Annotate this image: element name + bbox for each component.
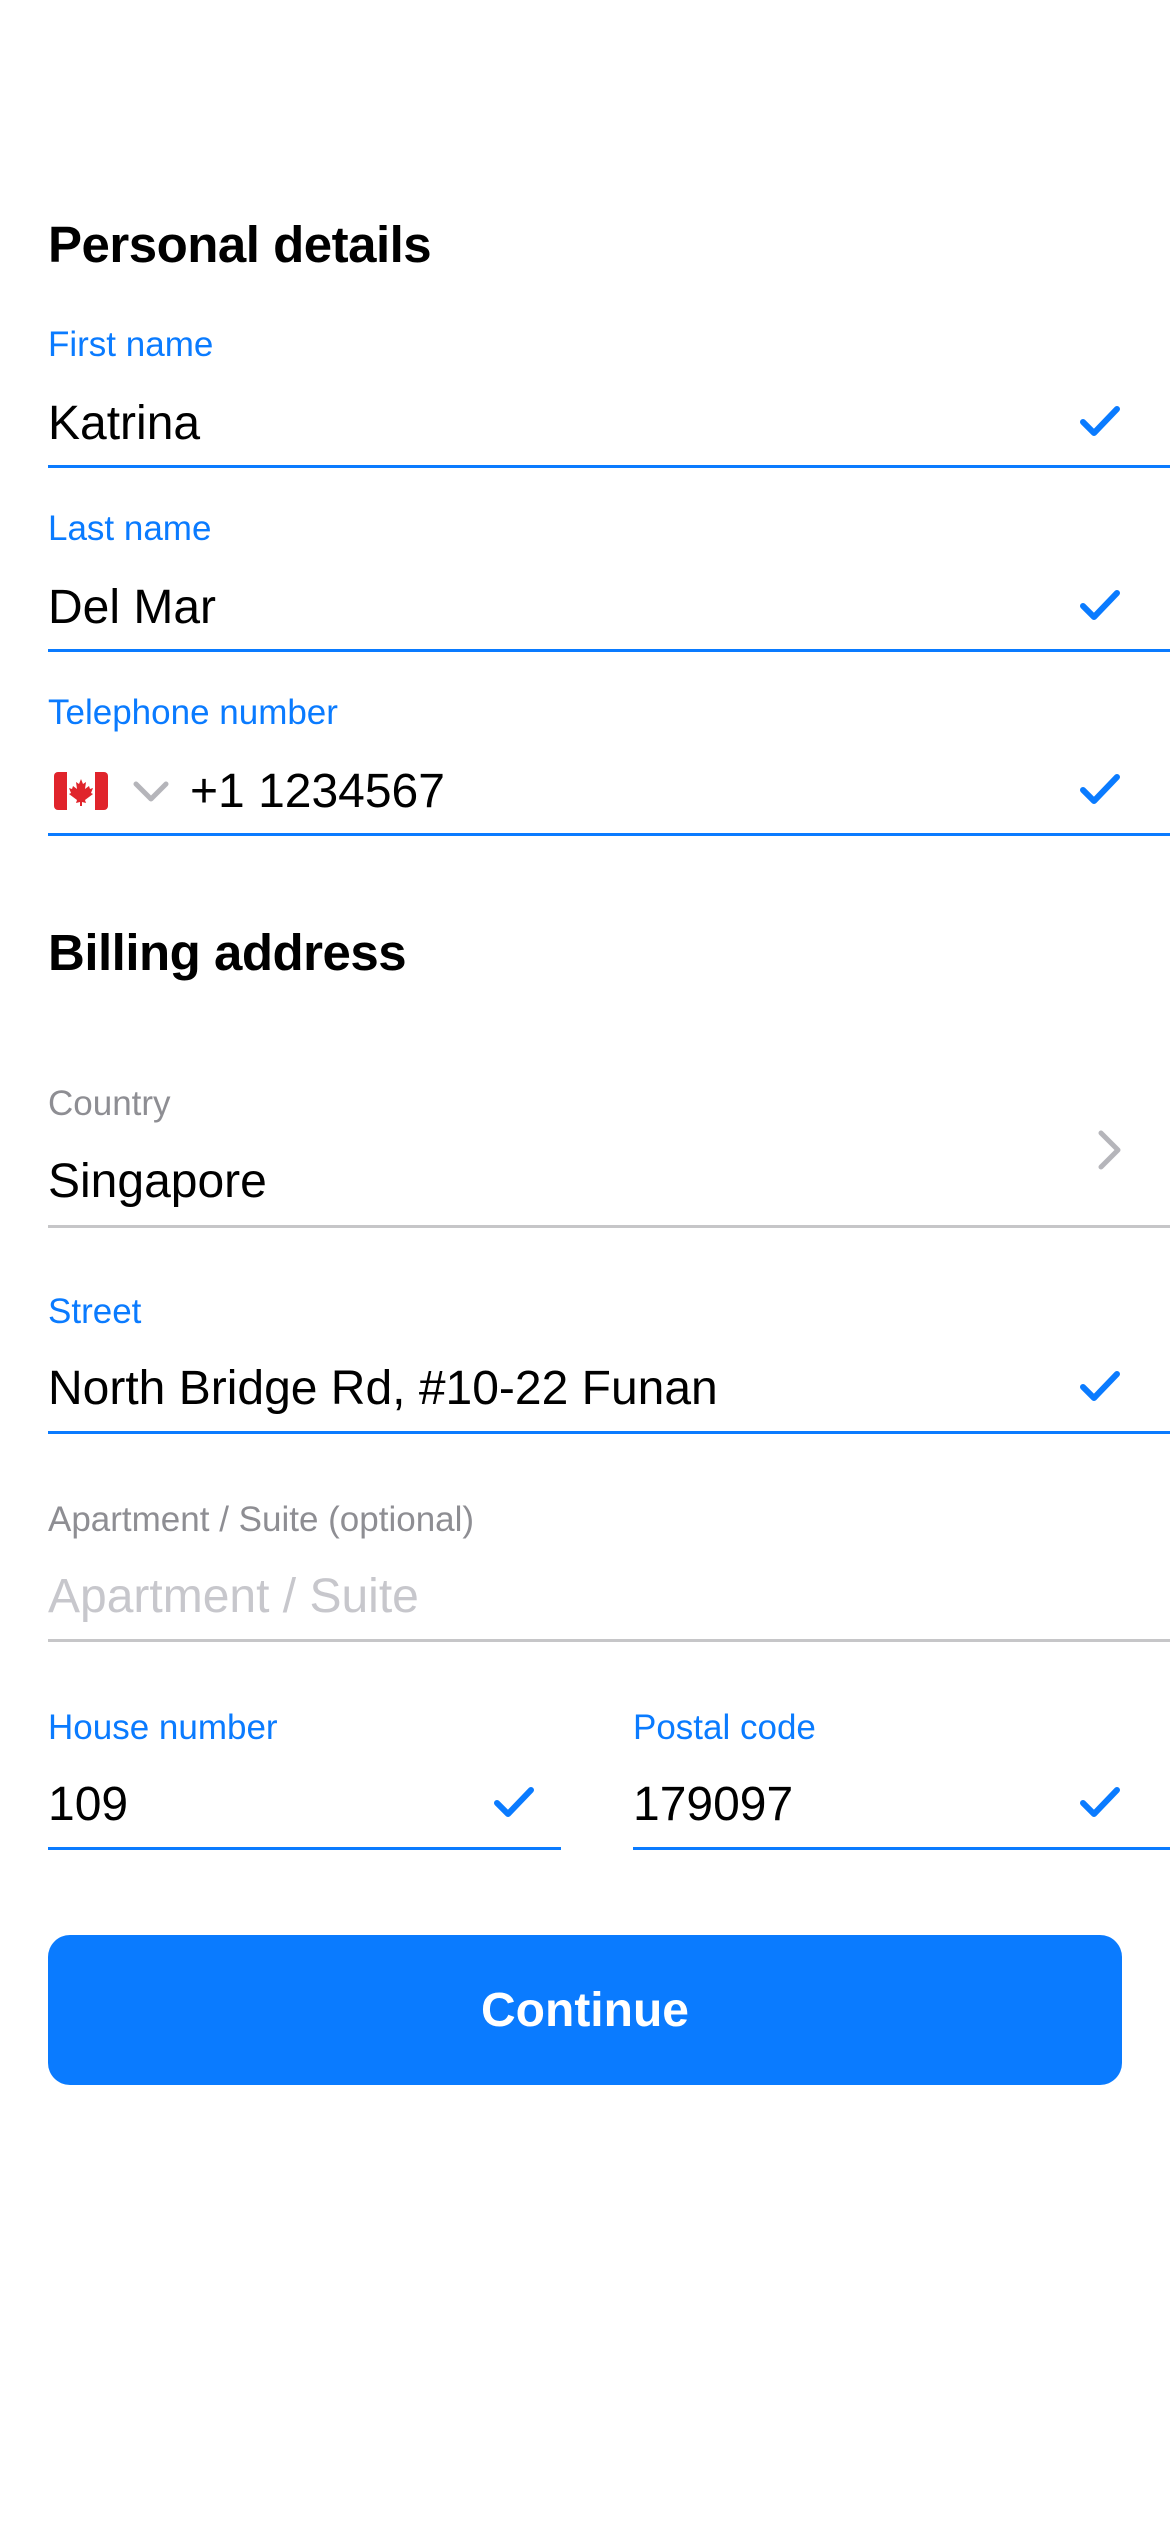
first-name-check-icon (1080, 406, 1120, 436)
house-number-check-icon (494, 1787, 534, 1817)
last-name-field[interactable]: Last name Del Mar (48, 504, 1170, 654)
first-name-input[interactable]: Katrina (48, 400, 200, 448)
telephone-field[interactable]: Telephone number +1 1234567 (48, 688, 1170, 838)
telephone-check-icon (1080, 774, 1120, 804)
postal-code-label: Postal code (633, 1708, 816, 1747)
last-name-input[interactable]: Del Mar (48, 584, 216, 632)
house-number-label: House number (48, 1708, 278, 1747)
last-name-check-icon (1080, 590, 1120, 620)
apartment-label: Apartment / Suite (optional) (48, 1500, 475, 1539)
street-underline (48, 1431, 1170, 1434)
first-name-field[interactable]: First name Katrina (48, 320, 1170, 470)
street-input[interactable]: North Bridge Rd, #10-22 Funan (48, 1365, 718, 1413)
country-field[interactable]: Country Singapore (48, 1082, 1170, 1230)
country-label: Country (48, 1084, 171, 1123)
postal-code-field[interactable]: Postal code 179097 (633, 1706, 1170, 1856)
last-name-label: Last name (48, 509, 212, 548)
house-number-field[interactable]: House number 109 (48, 1706, 561, 1856)
house-number-underline (48, 1847, 561, 1850)
street-check-icon (1080, 1371, 1120, 1401)
telephone-input[interactable]: +1 1234567 (190, 768, 445, 816)
telephone-underline (48, 833, 1170, 836)
canada-flag-icon[interactable] (54, 772, 108, 810)
postal-code-input[interactable]: 179097 (633, 1781, 793, 1829)
country-chevron-right-icon[interactable] (1096, 1129, 1124, 1171)
first-name-underline (48, 465, 1170, 468)
continue-button[interactable]: Continue (48, 1935, 1122, 2085)
street-field[interactable]: Street North Bridge Rd, #10-22 Funan (48, 1290, 1170, 1440)
telephone-label: Telephone number (48, 693, 338, 732)
postal-code-check-icon (1080, 1787, 1120, 1817)
billing-address-title: Billing address (48, 924, 407, 981)
personal-details-title: Personal details (48, 216, 432, 273)
country-underline (48, 1225, 1170, 1228)
apartment-field[interactable]: Apartment / Suite (optional) Apartment /… (48, 1498, 1170, 1648)
postal-code-underline (633, 1847, 1170, 1850)
last-name-underline (48, 649, 1170, 652)
apartment-underline (48, 1639, 1170, 1642)
first-name-label: First name (48, 325, 214, 364)
street-label: Street (48, 1292, 142, 1331)
apartment-input[interactable]: Apartment / Suite (48, 1573, 419, 1621)
country-value[interactable]: Singapore (48, 1158, 267, 1206)
country-code-chevron-down-icon[interactable] (132, 780, 170, 804)
house-number-input[interactable]: 109 (48, 1781, 128, 1829)
